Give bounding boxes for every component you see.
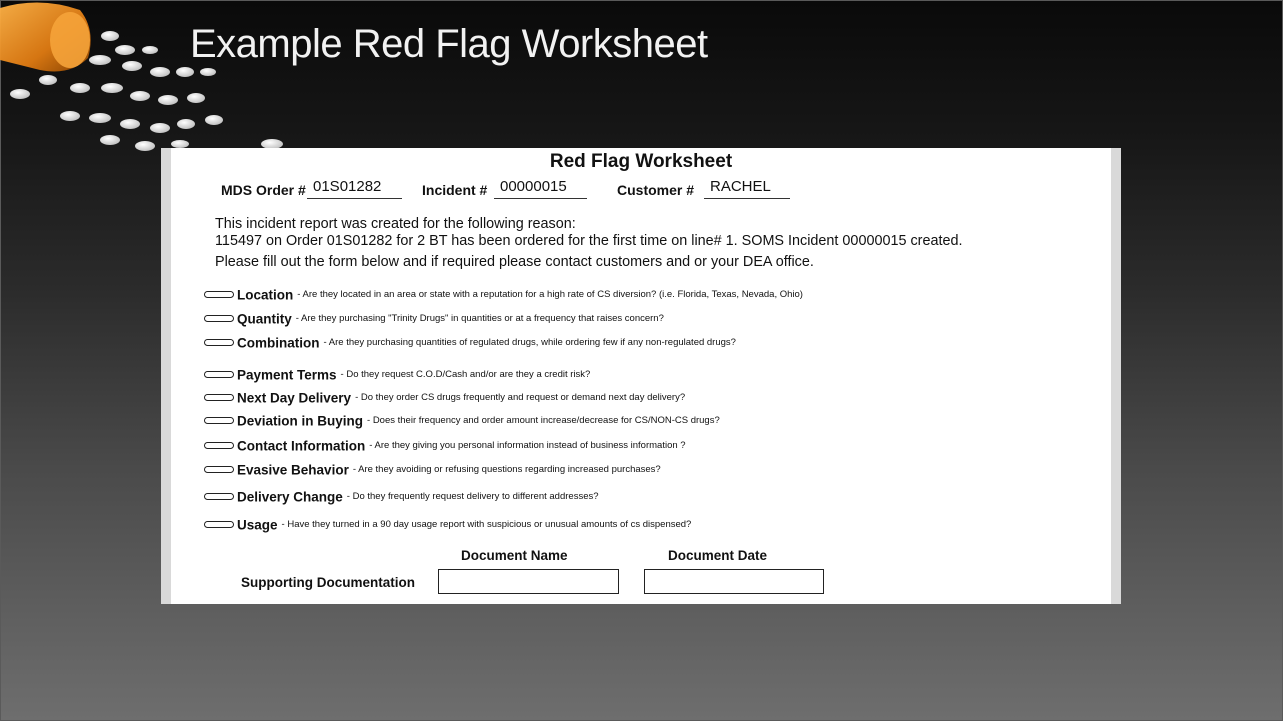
flag-contact-information[interactable]: Contact Information - Are they giving you… [204,437,686,455]
mds-order-label: MDS Order # [221,182,306,198]
red-flag-worksheet: Red Flag Worksheet MDS Order # 01S01282 … [161,148,1121,604]
document-date-header: Document Date [668,548,768,563]
flag-combination[interactable]: Combination - Are they purchasing quantit… [204,334,736,352]
flag-usage[interactable]: Usage - Have they turned in a 90 day usag… [204,516,691,534]
incident-field[interactable]: 00000015 [494,178,587,199]
supporting-documentation-label: Supporting Documentation [241,575,415,590]
flag-description: - Are they avoiding or refusing question… [352,464,661,476]
flag-name: Deviation in Buying [237,413,364,429]
customer-label: Customer # [617,182,695,198]
flag-checkbox[interactable] [204,493,234,501]
reason-line-2: 115497 on Order 01S01282 for 2 BT has be… [215,233,963,249]
flag-description: - Do they order CS drugs frequently and … [355,392,686,404]
incident-label: Incident # [422,182,488,198]
flag-description: - Do they frequently request delivery to… [346,491,599,503]
mds-order-field[interactable]: 01S01282 [307,178,402,199]
flag-checkbox[interactable] [204,315,234,323]
reason-line-1: This incident report was created for the… [215,216,576,232]
flag-quantity[interactable]: Quantity - Are they purchasing "Trinity D… [204,310,664,328]
flag-payment-terms[interactable]: Payment Terms - Do they request C.O.D/Cas… [204,366,590,384]
flag-checkbox[interactable] [204,417,234,425]
worksheet-title: Red Flag Worksheet [549,151,733,172]
flag-next-day-delivery[interactable]: Next Day Delivery - Do they order CS drug… [204,389,685,407]
flag-checkbox[interactable] [204,442,234,450]
flag-description: - Are they located in an area or state w… [297,289,803,301]
flag-evasive-behavior[interactable]: Evasive Behavior - Are they avoiding or r… [204,461,661,479]
flag-name: Evasive Behavior [237,462,349,478]
incident-reason: This incident report was created for the… [215,216,962,250]
flag-description: - Does their frequency and order amount … [367,415,720,427]
flag-checkbox[interactable] [204,466,234,474]
slide-title: Example Red Flag Worksheet [190,22,708,66]
flag-checkbox[interactable] [204,394,234,402]
flag-name: Contact Information [237,438,366,454]
flag-checkbox[interactable] [204,339,234,347]
flag-checkbox[interactable] [204,371,234,379]
flag-name: Quantity [237,311,292,327]
flag-location[interactable]: Location - Are they located in an area or… [204,286,803,304]
flag-description: - Have they turned in a 90 day usage rep… [281,519,692,531]
flag-name: Payment Terms [237,367,337,383]
flag-name: Next Day Delivery [237,390,352,406]
customer-field[interactable]: RACHEL [704,178,790,199]
document-name-header: Document Name [461,548,568,563]
flag-description: - Are they giving you personal informati… [369,440,686,452]
flag-description: - Are they purchasing quantities of regu… [323,337,736,349]
flag-checkbox[interactable] [204,291,234,299]
flag-name: Delivery Change [237,489,343,505]
flag-name: Location [237,287,294,303]
instruction-text: Please fill out the form below and if re… [215,254,814,270]
document-date-field[interactable] [644,569,824,594]
flag-deviation-in-buying[interactable]: Deviation in Buying - Does their frequenc… [204,412,720,430]
flag-name: Usage [237,517,278,533]
flag-name: Combination [237,335,320,351]
flag-checkbox[interactable] [204,521,234,529]
flag-delivery-change[interactable]: Delivery Change - Do they frequently requ… [204,488,599,506]
flag-description: - Are they purchasing "Trinity Drugs" in… [295,313,664,325]
document-name-field[interactable] [438,569,619,594]
flag-description: - Do they request C.O.D/Cash and/or are … [340,369,591,381]
